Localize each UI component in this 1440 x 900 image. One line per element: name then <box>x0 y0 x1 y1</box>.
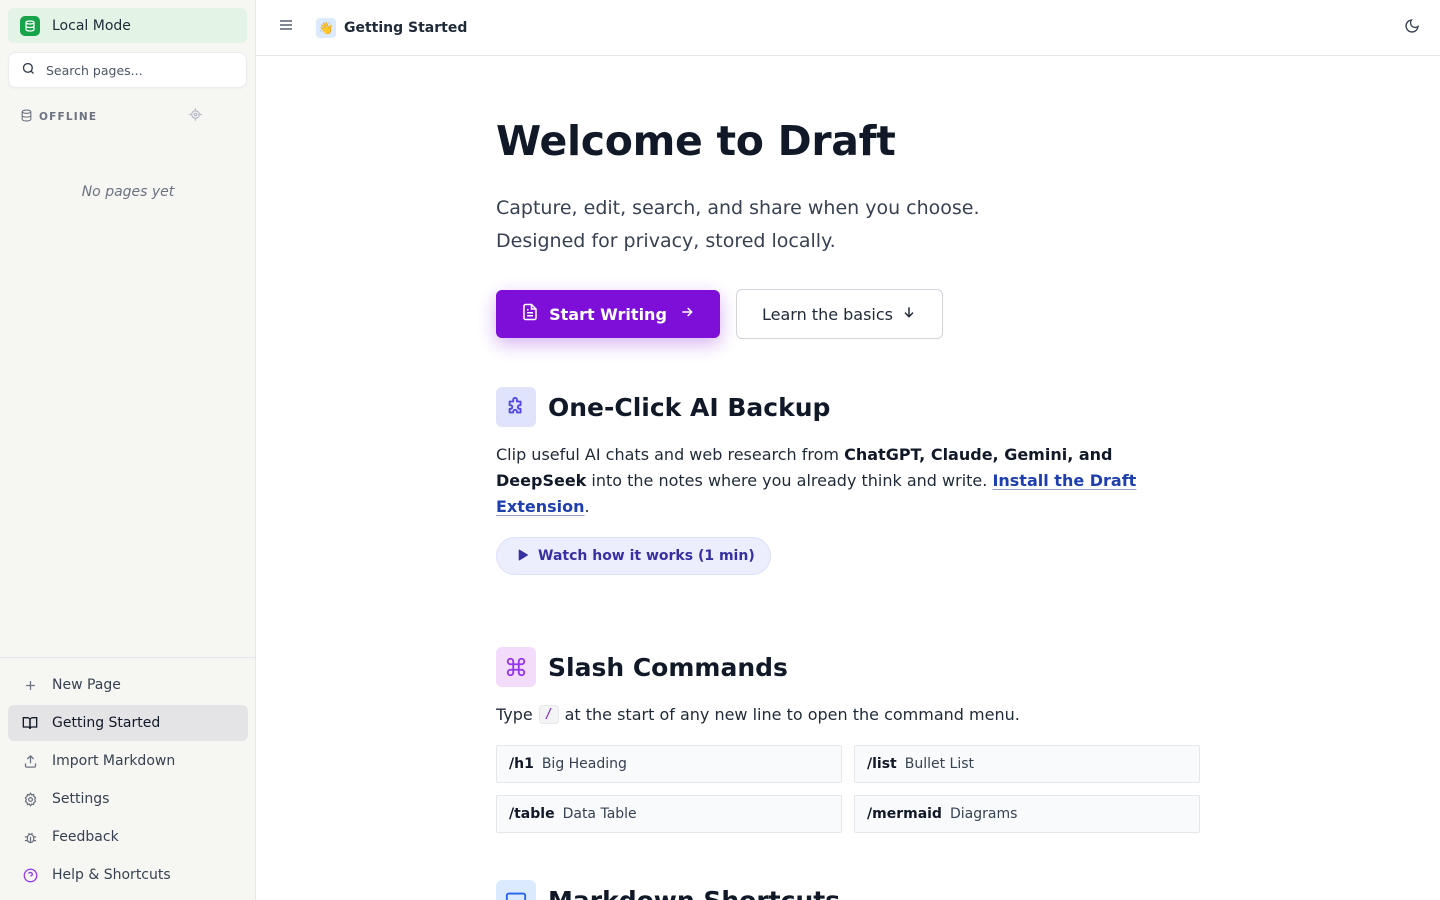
database-icon <box>20 107 33 126</box>
hint-text: at the start of any new line to open the… <box>564 705 1020 724</box>
command-icon <box>496 647 536 687</box>
slash-commands-hint: Type / at the start of any new line to o… <box>496 705 1020 724</box>
plus-icon <box>22 677 38 693</box>
slash-key: / <box>538 705 559 724</box>
sidebar-item-label: Settings <box>52 791 110 807</box>
hero-subtitle: Capture, edit, search, and share when yo… <box>496 192 1116 258</box>
command-description: Bullet List <box>904 756 975 772</box>
sidebar-item-label: Feedback <box>52 829 119 845</box>
slash-commands-title: Slash Commands <box>548 652 788 682</box>
arrow-down-icon <box>901 304 917 324</box>
command-card-mermaid[interactable]: /mermaid Diagrams <box>854 795 1200 833</box>
start-writing-label: Start Writing <box>549 304 667 324</box>
toggle-sidebar-button[interactable] <box>276 17 296 37</box>
ai-backup-description: Clip useful AI chats and web research fr… <box>496 442 1146 520</box>
menu-icon <box>278 17 294 37</box>
command-code: /table <box>509 806 555 822</box>
sidebar-item-help-shortcuts[interactable]: Help & Shortcuts <box>8 857 248 893</box>
start-writing-button[interactable]: Start Writing <box>496 290 720 338</box>
sidebar-item-label: Getting Started <box>52 715 161 731</box>
help-circle-icon <box>22 867 38 883</box>
watch-video-label: Watch how it works (1 min) <box>538 548 755 564</box>
page-breadcrumb-title: Getting Started <box>344 20 468 36</box>
keyboard-icon <box>496 880 536 900</box>
command-card-h1[interactable]: /h1 Big Heading <box>496 745 842 783</box>
gear-icon <box>22 791 38 807</box>
upload-icon <box>22 753 38 769</box>
play-icon <box>516 547 529 566</box>
command-card-table[interactable]: /table Data Table <box>496 795 842 833</box>
sidebar-item-label: Help & Shortcuts <box>52 867 171 883</box>
sidebar-item-label: New Page <box>52 677 121 693</box>
hint-text: Type <box>496 705 533 724</box>
hero-subtitle-line: Capture, edit, search, and share when yo… <box>496 197 980 219</box>
ai-backup-text: . <box>584 497 590 516</box>
offline-section-label: OFFLINE <box>39 110 98 123</box>
sidebar-item-feedback[interactable]: Feedback <box>8 819 248 855</box>
search-icon <box>21 61 36 80</box>
page-emoji-icon: 👋 <box>316 18 336 38</box>
arrow-right-icon <box>679 304 695 324</box>
command-card-list[interactable]: /list Bullet List <box>854 745 1200 783</box>
theme-toggle-button[interactable] <box>1402 18 1422 38</box>
command-description: Data Table <box>562 806 637 822</box>
ai-backup-title: One-Click AI Backup <box>548 392 831 422</box>
book-open-icon <box>22 715 38 731</box>
hero-subtitle-line: Designed for privacy, stored locally. <box>496 230 836 252</box>
file-text-icon <box>521 303 539 325</box>
sidebar-item-import-markdown[interactable]: Import Markdown <box>8 743 248 779</box>
command-code: /mermaid <box>867 806 942 822</box>
search-box <box>8 52 247 88</box>
top-bar: 👋 Getting Started <box>256 0 1440 56</box>
database-icon <box>20 15 40 36</box>
markdown-shortcuts-heading: Markdown Shortcuts <box>496 880 840 900</box>
command-code: /list <box>867 756 897 772</box>
moon-icon <box>1404 18 1420 38</box>
command-code: /h1 <box>509 756 534 772</box>
search-input[interactable] <box>46 62 236 78</box>
puzzle-icon <box>496 387 536 427</box>
local-mode-indicator[interactable]: Local Mode <box>8 8 247 43</box>
learn-basics-button[interactable]: Learn the basics <box>736 289 943 339</box>
bug-icon <box>22 829 38 845</box>
command-description: Diagrams <box>949 806 1018 822</box>
ai-backup-text: Clip useful AI chats and web research fr… <box>496 445 845 464</box>
offline-section-header: OFFLINE <box>20 107 97 126</box>
slash-commands-heading: Slash Commands <box>496 647 788 687</box>
empty-pages-text: No pages yet <box>81 184 175 200</box>
command-description: Big Heading <box>541 756 627 772</box>
watch-video-button[interactable]: Watch how it works (1 min) <box>496 537 771 575</box>
page-title: Welcome to Draft <box>496 117 896 165</box>
sidebar-item-getting-started[interactable]: Getting Started <box>8 705 248 741</box>
sidebar-footer-nav: New Page Getting Started Import Markdown… <box>0 657 256 895</box>
local-mode-label: Local Mode <box>52 17 131 34</box>
learn-basics-label: Learn the basics <box>761 304 894 324</box>
ai-backup-heading: One-Click AI Backup <box>496 387 830 427</box>
sidebar-item-label: Import Markdown <box>52 753 176 769</box>
markdown-shortcuts-title: Markdown Shortcuts <box>548 885 841 900</box>
ai-backup-text: into the notes where you already think a… <box>586 471 993 490</box>
sidebar-item-settings[interactable]: Settings <box>8 781 248 817</box>
sidebar-item-new-page[interactable]: New Page <box>8 667 248 703</box>
crosshair-icon <box>188 107 203 126</box>
locate-page-button[interactable] <box>186 107 204 125</box>
sidebar: Local Mode OFFLINE No pages yet New Page <box>0 0 256 900</box>
